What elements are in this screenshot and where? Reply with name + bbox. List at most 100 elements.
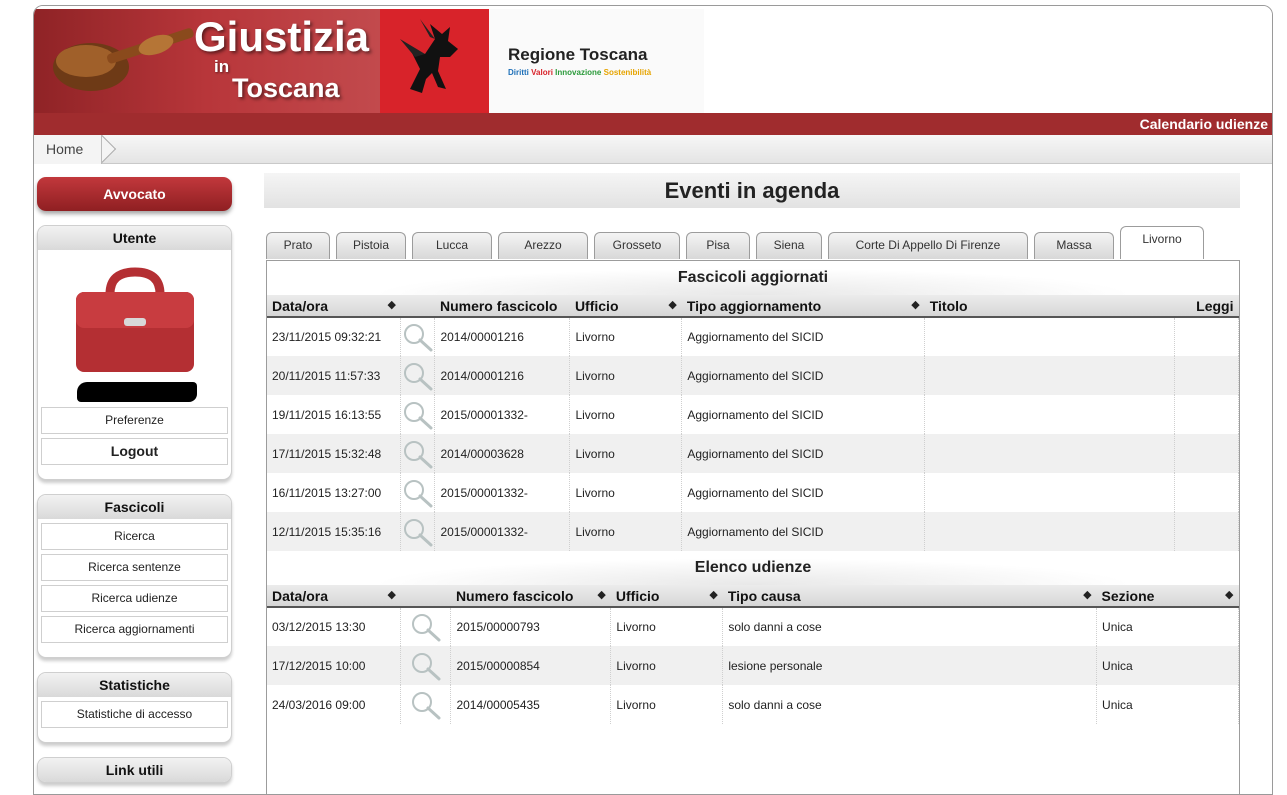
col-header-ufficio[interactable]: Ufficio ◆ xyxy=(610,585,723,608)
logout-link[interactable]: Logout xyxy=(41,438,228,465)
sort-icon[interactable]: ◆ xyxy=(388,588,396,601)
calendario-udienze-link[interactable]: Calendario udienze xyxy=(1140,116,1268,132)
table-cell-titolo xyxy=(924,356,1175,395)
col-header-dataora[interactable]: Data/ora ◆ xyxy=(267,295,401,318)
view-detail-button[interactable] xyxy=(400,356,436,395)
court-tabs: Prato Pistoia Lucca Arezzo Grosseto Pisa… xyxy=(266,226,1272,259)
tab-corte-appello-firenze[interactable]: Corte Di Appello Di Firenze xyxy=(828,232,1028,259)
sort-icon[interactable]: ◆ xyxy=(1083,588,1091,601)
table-cell-dataora: 17/12/2015 10:00 xyxy=(267,646,402,685)
gavel-icon xyxy=(53,28,194,91)
table-cell-dataora: 03/12/2015 13:30 xyxy=(267,607,402,646)
magnifier-icon xyxy=(403,401,433,429)
table-cell-sezione: Unica xyxy=(1096,646,1239,685)
sort-icon[interactable]: ◆ xyxy=(597,588,605,601)
table-cell-titolo xyxy=(924,317,1175,356)
table-cell-numero: 2014/00005435 xyxy=(450,685,612,724)
fascicoli-table: Data/ora ◆ Numero fascicolo Ufficio ◆ Tipo… xyxy=(267,295,1240,551)
view-detail-button[interactable] xyxy=(400,607,452,646)
view-detail-button[interactable] xyxy=(400,512,436,551)
sort-icon[interactable]: ◆ xyxy=(668,298,676,311)
table-cell-tipo-aggiornamento: Aggiornamento del SICID xyxy=(681,434,926,473)
logo-subtitle: Toscana xyxy=(232,73,340,103)
table-cell-leggi[interactable] xyxy=(1174,317,1240,356)
col-header-numero[interactable]: Numero fascicolo ◆ xyxy=(450,585,611,608)
tab-prato[interactable]: Prato xyxy=(266,232,330,259)
col-header-dataora[interactable]: Data/ora ◆ xyxy=(267,585,401,608)
motto-word: Sostenibilità xyxy=(603,68,652,77)
sort-icon[interactable]: ◆ xyxy=(911,298,919,311)
view-detail-button[interactable] xyxy=(400,395,436,434)
tab-massa[interactable]: Massa xyxy=(1034,232,1114,259)
table-cell-tipo-aggiornamento: Aggiornamento del SICID xyxy=(681,395,926,434)
motto-word: Innovazione xyxy=(555,68,602,77)
pegasus-icon xyxy=(400,19,458,93)
table-row: 03/12/2015 13:30 2015/00000793 Livorno solo… xyxy=(267,607,1239,646)
table-cell-numero: 2015/00001332- xyxy=(434,395,571,434)
tab-lucca[interactable]: Lucca xyxy=(412,232,492,259)
table-cell-numero: 2014/00001216 xyxy=(434,317,571,356)
col-header-titolo[interactable]: Titolo xyxy=(924,295,1175,318)
tab-grosseto[interactable]: Grosseto xyxy=(594,232,680,259)
col-header-numero[interactable]: Numero fascicolo xyxy=(434,295,570,318)
table-row: 12/11/2015 15:35:16 2015/00001332- Livorno… xyxy=(267,512,1240,551)
view-detail-button[interactable] xyxy=(400,473,436,512)
regione-motto: Diritti Valori Innovazione Sostenibilità xyxy=(508,68,651,77)
statistiche-accesso-link[interactable]: Statistiche di accesso xyxy=(41,701,228,728)
top-nav-bar: Calendario udienze xyxy=(34,113,1272,135)
ricerca-udienze-link[interactable]: Ricerca udienze xyxy=(41,585,228,612)
role-avvocato-button[interactable]: Avvocato xyxy=(37,177,232,211)
sort-icon[interactable]: ◆ xyxy=(1225,588,1233,601)
table-cell-ufficio: Livorno xyxy=(569,512,683,551)
table-cell-numero: 2014/00001216 xyxy=(434,356,571,395)
view-detail-button[interactable] xyxy=(400,434,436,473)
breadcrumb-home[interactable]: Home xyxy=(34,135,103,164)
table-cell-tipo-aggiornamento: Aggiornamento del SICID xyxy=(681,473,926,512)
tab-siena[interactable]: Siena xyxy=(756,232,822,259)
udienze-table: Data/ora ◆ Numero fascicolo ◆ Ufficio ◆ Tip… xyxy=(267,585,1239,724)
table-cell-leggi[interactable] xyxy=(1174,473,1240,512)
table-cell-leggi[interactable] xyxy=(1174,434,1240,473)
sort-icon[interactable]: ◆ xyxy=(388,298,396,311)
col-header-sezione[interactable]: Sezione ◆ xyxy=(1096,585,1239,608)
sort-icon[interactable]: ◆ xyxy=(709,588,717,601)
col-header-ufficio[interactable]: Ufficio ◆ xyxy=(569,295,682,318)
ricerca-aggiornamenti-link[interactable]: Ricerca aggiornamenti xyxy=(41,616,228,643)
regione-toscana-logo[interactable]: Regione Toscana Diritti Valori Innovazio… xyxy=(380,9,704,113)
col-header-leggi[interactable]: Leggi xyxy=(1174,295,1239,318)
view-detail-button[interactable] xyxy=(400,646,452,685)
view-detail-button[interactable] xyxy=(400,317,436,356)
giustizia-banner[interactable]: Giustizia in Toscana xyxy=(34,9,380,113)
preferenze-link[interactable]: Preferenze xyxy=(41,407,228,434)
ricerca-sentenze-link[interactable]: Ricerca sentenze xyxy=(41,554,228,581)
view-detail-button[interactable] xyxy=(400,685,452,724)
table-cell-ufficio: Livorno xyxy=(610,685,724,724)
table-cell-titolo xyxy=(924,395,1175,434)
table-cell-ufficio: Livorno xyxy=(569,473,683,512)
tab-arezzo[interactable]: Arezzo xyxy=(498,232,588,259)
table-cell-leggi[interactable] xyxy=(1174,395,1240,434)
table-cell-leggi[interactable] xyxy=(1174,356,1240,395)
app-window: Giustizia in Toscana Regione Toscana Dir… xyxy=(33,5,1273,795)
ricerca-link[interactable]: Ricerca xyxy=(41,523,228,550)
tab-panel-livorno: Fascicoli aggiornati Data/ora ◆ Numero fa… xyxy=(266,260,1240,794)
table-cell-leggi[interactable] xyxy=(1174,512,1240,551)
table-row: 23/11/2015 09:32:21 2014/00001216 Livorno A… xyxy=(267,317,1240,356)
table-cell-ufficio: Livorno xyxy=(569,395,683,434)
table-cell-tipo-aggiornamento: Aggiornamento del SICID xyxy=(681,356,926,395)
table-cell-ufficio: Livorno xyxy=(569,434,683,473)
col-header-tipo-causa[interactable]: Tipo causa ◆ xyxy=(722,585,1097,608)
tab-pisa[interactable]: Pisa xyxy=(686,232,750,259)
tab-livorno[interactable]: Livorno xyxy=(1120,226,1204,259)
table-cell-sezione: Unica xyxy=(1096,607,1239,646)
main-content: Eventi in agenda Prato Pistoia Lucca Are… xyxy=(264,173,1272,794)
section-title-udienze: Elenco udienze xyxy=(267,551,1239,585)
table-cell-dataora: 24/03/2016 09:00 xyxy=(267,685,402,724)
section-title-fascicoli: Fascicoli aggiornati xyxy=(267,261,1239,295)
tab-pistoia[interactable]: Pistoia xyxy=(336,232,406,259)
table-cell-titolo xyxy=(924,512,1175,551)
table-cell-numero: 2015/00001332- xyxy=(434,512,571,551)
panel-fascicoli: Fascicoli Ricerca Ricerca sentenze Ricer… xyxy=(37,494,232,658)
redacted-username xyxy=(77,382,197,402)
col-header-tipo-aggiornamento[interactable]: Tipo aggiornamento ◆ xyxy=(681,295,925,318)
